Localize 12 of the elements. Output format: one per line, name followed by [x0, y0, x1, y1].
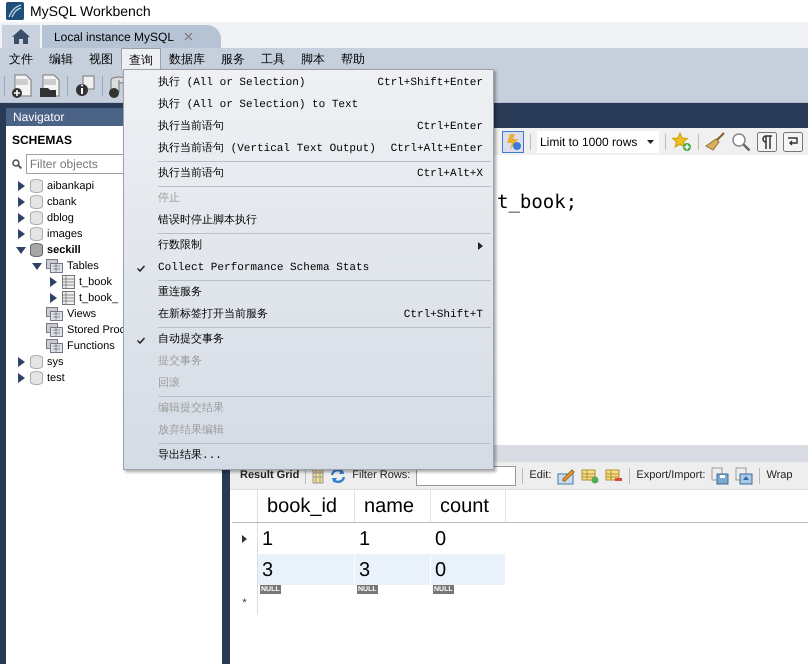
- navigator-title: Navigator: [13, 109, 64, 126]
- filter-rows-label: Filter Rows:: [352, 468, 410, 484]
- table-cell: 3: [258, 554, 355, 585]
- edit-label: Edit:: [529, 468, 552, 484]
- new-row-marker: *: [242, 596, 247, 610]
- table-cell: 0: [431, 554, 506, 585]
- section-label: SCHEMAS: [12, 132, 72, 149]
- export-import-label: Export/Import:: [636, 468, 706, 484]
- window-title: MySQL Workbench: [30, 2, 151, 21]
- wrap-label: Wrap: [766, 468, 793, 484]
- code-line: t_book;: [497, 191, 578, 213]
- table-cell: 3: [355, 554, 431, 585]
